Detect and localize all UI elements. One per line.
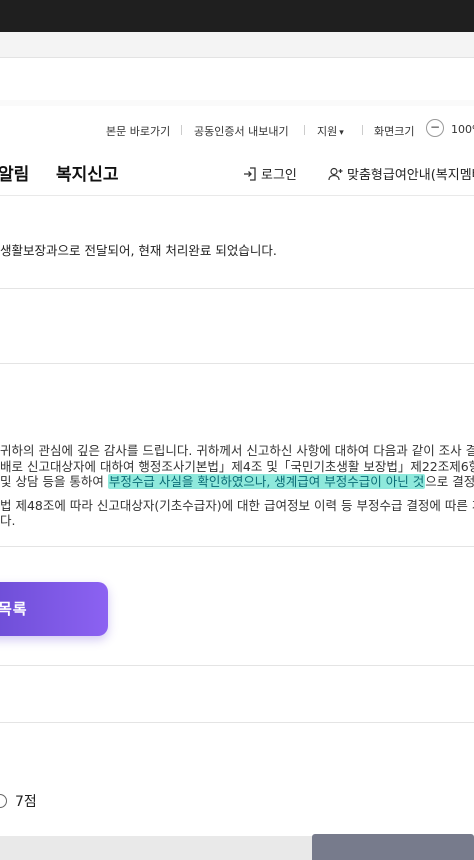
login-link[interactable]: 로그인 xyxy=(243,164,297,183)
utility-separator xyxy=(304,125,305,135)
gov-banner xyxy=(0,58,474,106)
section-divider xyxy=(0,665,474,666)
answer-line: 법 제48조에 따라 신고대상자(기초수급자)에 대한 급여정보 이력 등 부정… xyxy=(0,497,474,513)
banner-divider xyxy=(0,100,474,106)
global-navigation: 알림 복지신고 로그인 맞춤형급여안내(복지멤버 xyxy=(0,150,474,196)
status-message: 생활보장과으로 전달되어, 현재 처리완료 되었습니다. xyxy=(0,243,277,258)
section-divider xyxy=(0,722,474,723)
submit-button[interactable] xyxy=(312,834,474,860)
benefits-guide-link[interactable]: 맞춤형급여안내(복지멤버 xyxy=(328,164,474,183)
answer-line: 및 상담 등을 통하여 부정수급 사실을 확인하였으나, 생계급여 부정수급이 … xyxy=(0,474,474,490)
rating-label: 7점 xyxy=(15,794,37,810)
login-label: 로그인 xyxy=(261,168,297,183)
chevron-down-icon: ▾ xyxy=(339,128,344,138)
utility-separator xyxy=(181,125,182,135)
zoom-label: 화면크기 xyxy=(374,125,415,138)
device-status-bar xyxy=(0,0,474,32)
rating-option[interactable]: 7점 xyxy=(0,790,37,812)
answer-line-part: 및 상담 등을 통하여 xyxy=(0,474,104,489)
nav-item-notice[interactable]: 알림 xyxy=(0,160,29,185)
answer-line: 다. xyxy=(0,513,16,528)
browser-address-area xyxy=(0,32,474,58)
user-plus-icon xyxy=(328,167,343,180)
section-divider xyxy=(0,546,474,547)
cert-export-link[interactable]: 공동인증서 내보내기 xyxy=(194,123,289,139)
login-icon xyxy=(244,166,256,181)
section-divider xyxy=(0,363,474,364)
support-menu[interactable]: 지원 ▾ xyxy=(317,123,344,139)
support-label: 지원 xyxy=(317,125,338,138)
answer-line: 귀하의 관심에 깊은 감사를 드립니다. 귀하께서 신고하신 사항에 대하여 다… xyxy=(0,443,474,458)
zoom-out-button[interactable]: − xyxy=(426,119,444,137)
answer-line: 배로 신고대상자에 대하여 행정조사기본법」제4조 및「국민기초생활 보장법」제… xyxy=(0,458,474,474)
highlighted-text: 부정수급 사실을 확인하였으나, 생계급여 부정수급이 아닌 것 xyxy=(107,474,426,489)
radio-button[interactable] xyxy=(0,794,7,808)
utility-menu: 본문 바로가기 공동인증서 내보내기 지원▾ 화면크기 − 100% xyxy=(0,118,474,142)
zoom-value: 100% xyxy=(451,123,474,136)
nav-item-welfare-report[interactable]: 복지신고 xyxy=(56,160,119,185)
benefits-guide-label: 맞춤형급여안내(복지멤버 xyxy=(347,168,474,183)
section-divider xyxy=(0,288,474,289)
list-button[interactable]: 목록 xyxy=(0,582,108,636)
answer-content: 귀하의 관심에 깊은 감사를 드립니다. 귀하께서 신고하신 사항에 대하여 다… xyxy=(0,443,474,529)
skip-to-content-link[interactable]: 본문 바로가기 xyxy=(106,123,170,139)
utility-separator xyxy=(362,125,363,135)
answer-line-part: 으로 결정되 xyxy=(425,474,474,489)
